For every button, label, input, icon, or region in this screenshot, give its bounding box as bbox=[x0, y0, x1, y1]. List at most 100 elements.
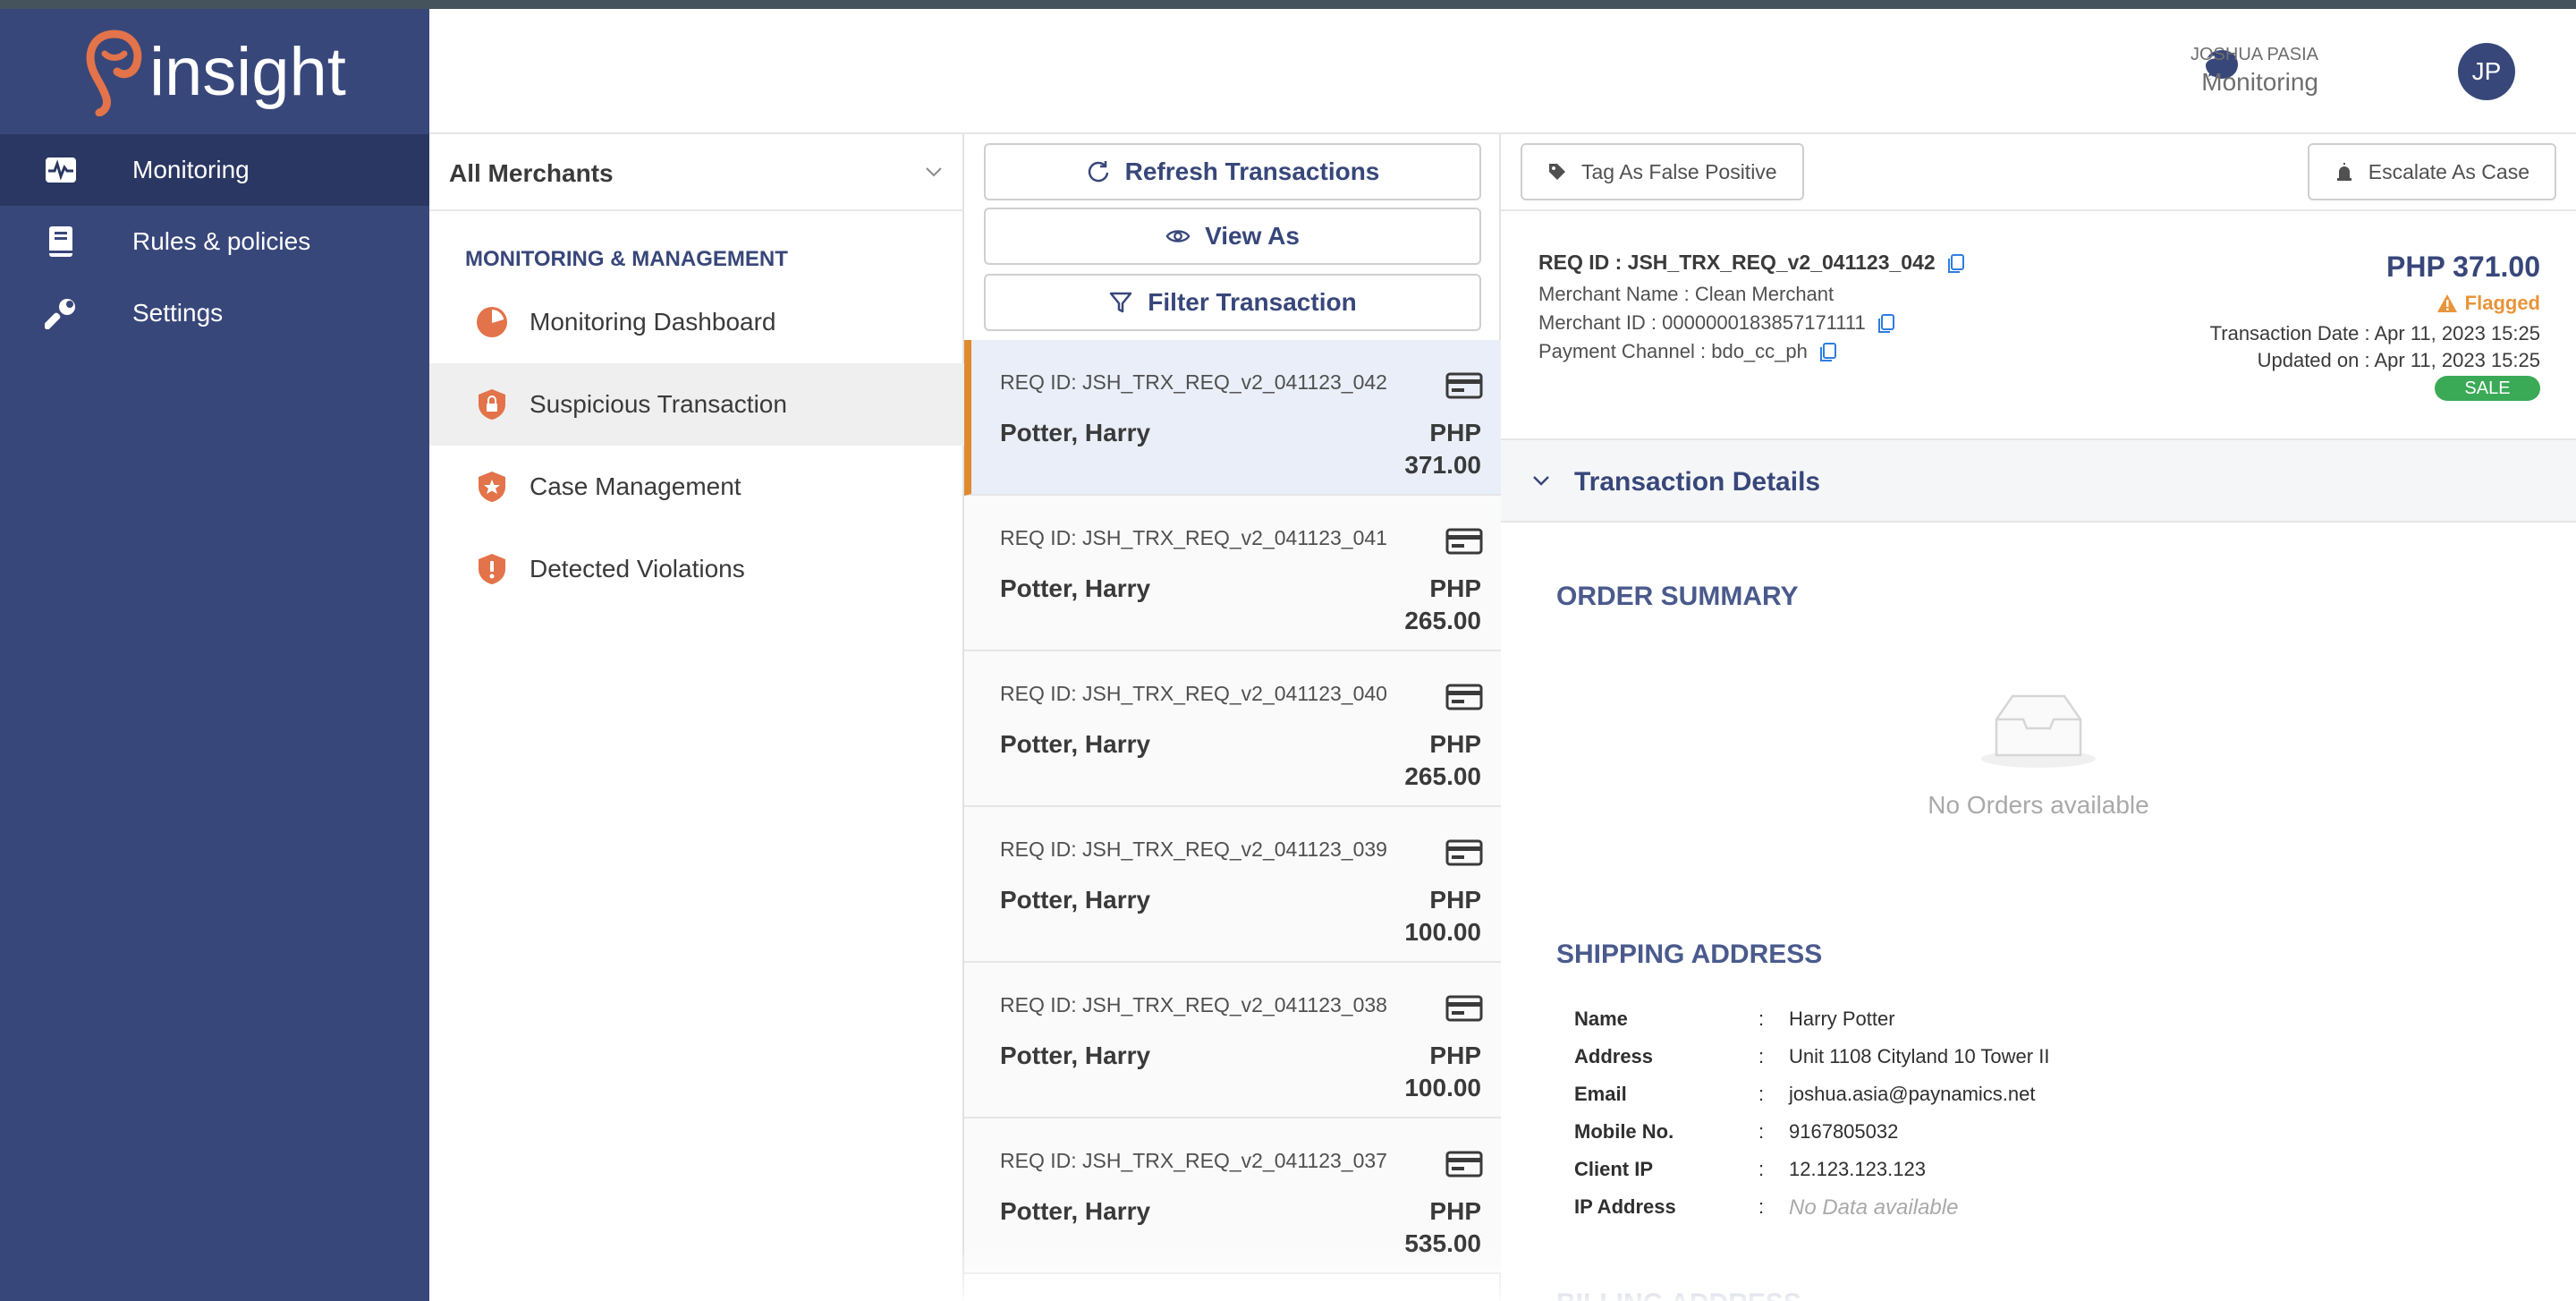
transaction-type-badge: SALE bbox=[2435, 376, 2540, 401]
brand-logo[interactable]: insight bbox=[0, 9, 429, 134]
shipping-row-address: Address: Unit 1108 Cityland 10 Tower II bbox=[1574, 1045, 2558, 1076]
pie-chart-icon bbox=[477, 307, 507, 337]
merchant-select[interactable]: All Merchants bbox=[429, 134, 964, 211]
shipping-key: Name bbox=[1574, 1008, 1628, 1030]
submenu-item-monitoring-dashboard[interactable]: Monitoring Dashboard bbox=[429, 281, 964, 363]
transaction-amount: 265.00 bbox=[1404, 762, 1481, 790]
shipping-row-mobile: Mobile No.: 9167805032 bbox=[1574, 1120, 2558, 1151]
refresh-transactions-label: Refresh Transactions bbox=[1124, 157, 1380, 185]
shipping-value: Harry Potter bbox=[1789, 1008, 1895, 1030]
transaction-req-id: REQ ID: JSH_TRX_REQ_v2_041123_038 bbox=[1000, 993, 1387, 1016]
insight-logo-mark-icon bbox=[86, 30, 142, 116]
transaction-customer: Potter, Harry bbox=[1000, 419, 1151, 446]
copy-icon[interactable] bbox=[1948, 253, 1965, 274]
shipping-row-email: Email: joshua.asia@paynamics.net bbox=[1574, 1083, 2558, 1113]
empty-inbox-icon bbox=[1981, 694, 2096, 768]
warning-icon bbox=[2436, 294, 2457, 312]
submenu-item-suspicious-transaction[interactable]: Suspicious Transaction bbox=[429, 363, 964, 446]
transaction-card[interactable]: REQ ID: JSH_TRX_REQ_v2_041123_042 Potter… bbox=[964, 340, 1501, 496]
transaction-customer: Potter, Harry bbox=[1000, 1042, 1151, 1069]
transaction-details-toggle[interactable]: Transaction Details bbox=[1501, 440, 2576, 523]
shipping-key: Address bbox=[1574, 1045, 1654, 1067]
transaction-customer: Potter, Harry bbox=[1000, 886, 1151, 914]
view-as-button[interactable]: View As bbox=[984, 208, 1481, 265]
transaction-list: REQ ID: JSH_TRX_REQ_v2_041123_042 Potter… bbox=[964, 340, 1501, 1274]
sidebar-item-label: Rules & policies bbox=[132, 227, 311, 255]
transaction-req-id: REQ ID: JSH_TRX_REQ_v2_041123_042 bbox=[1000, 370, 1387, 394]
transaction-amount: 535.00 bbox=[1404, 1229, 1481, 1257]
transaction-req-id: REQ ID: JSH_TRX_REQ_v2_041123_039 bbox=[1000, 838, 1387, 861]
monitoring-submenu: All Merchants MONITORING & MANAGEMENT Mo… bbox=[429, 134, 964, 1301]
merchant-name: Merchant Name : Clean Merchant bbox=[1538, 283, 1835, 305]
detail-toolbar: Tag As False Positive Escalate As Case bbox=[1501, 134, 2576, 211]
shield-star-icon bbox=[479, 472, 505, 502]
transaction-customer: Potter, Harry bbox=[1000, 730, 1151, 758]
shipping-key: Email bbox=[1574, 1083, 1627, 1105]
tag-false-positive-button[interactable]: Tag As False Positive bbox=[1521, 143, 1804, 200]
transaction-currency: PHP bbox=[1429, 574, 1481, 602]
sidebar-item-settings[interactable]: Settings bbox=[0, 277, 429, 349]
transaction-amount: 100.00 bbox=[1404, 1074, 1481, 1101]
merchant-select-value: All Merchants bbox=[449, 159, 614, 187]
shipping-address-title: SHIPPING ADDRESS bbox=[1556, 940, 1823, 969]
window-top-strip bbox=[0, 0, 2576, 9]
sidebar-item-rules-policies[interactable]: Rules & policies bbox=[0, 206, 429, 277]
transaction-amount: 100.00 bbox=[1404, 918, 1481, 946]
filter-transaction-button[interactable]: Filter Transaction bbox=[984, 274, 1481, 331]
alarm-icon bbox=[2336, 163, 2351, 181]
transaction-currency: PHP bbox=[1429, 730, 1481, 758]
avatar[interactable]: JP bbox=[2458, 43, 2515, 100]
updated-on: Updated on : Apr 11, 2023 15:25 bbox=[2257, 349, 2540, 371]
user-name: JOSHUA PASIA bbox=[2190, 45, 2318, 64]
transaction-amount: 265.00 bbox=[1404, 607, 1481, 634]
copy-icon[interactable] bbox=[1820, 343, 1836, 362]
transaction-currency: PHP bbox=[1429, 1042, 1481, 1069]
shipping-value: 9167805032 bbox=[1789, 1120, 1899, 1143]
transaction-card[interactable]: REQ ID: JSH_TRX_REQ_v2_041123_039 Potter… bbox=[964, 807, 1501, 963]
shipping-key: Mobile No. bbox=[1574, 1120, 1674, 1143]
credit-card-icon bbox=[1445, 528, 1483, 555]
transaction-card[interactable]: REQ ID: JSH_TRX_REQ_v2_041123_037 Potter… bbox=[964, 1118, 1501, 1274]
refresh-icon bbox=[1086, 159, 1111, 184]
submenu-section-title: MONITORING & MANAGEMENT bbox=[465, 247, 788, 271]
sidebar-item-label: Monitoring bbox=[132, 156, 250, 183]
credit-card-icon bbox=[1445, 372, 1483, 399]
separator: : bbox=[1758, 1120, 1765, 1143]
order-summary-title: ORDER SUMMARY bbox=[1556, 582, 1799, 611]
sidebar-item-monitoring[interactable]: Monitoring bbox=[0, 134, 429, 206]
shipping-value: joshua.asia@paynamics.net bbox=[1789, 1083, 2036, 1105]
separator: : bbox=[1758, 1083, 1765, 1105]
shipping-row-name: Name: Harry Potter bbox=[1574, 1008, 2558, 1038]
merchant-id-row: Merchant ID : 0000000183857171111 bbox=[1538, 311, 1894, 335]
eye-icon bbox=[1165, 224, 1191, 249]
transaction-customer: Potter, Harry bbox=[1000, 574, 1151, 602]
copy-icon[interactable] bbox=[1877, 314, 1894, 334]
transaction-customer: Potter, Harry bbox=[1000, 1197, 1151, 1225]
tag-icon bbox=[1549, 164, 1565, 180]
transaction-currency: PHP bbox=[1429, 886, 1481, 914]
submenu-item-detected-violations[interactable]: Detected Violations bbox=[429, 528, 964, 610]
submenu-item-label: Detected Violations bbox=[530, 555, 745, 582]
filter-transaction-label: Filter Transaction bbox=[1148, 288, 1357, 316]
shipping-value: No Data available bbox=[1789, 1195, 1959, 1220]
submenu-item-case-management[interactable]: Case Management bbox=[429, 446, 964, 528]
credit-card-icon bbox=[1445, 1151, 1483, 1178]
transaction-card[interactable]: REQ ID: JSH_TRX_REQ_v2_041123_040 Potter… bbox=[964, 651, 1501, 807]
transaction-card[interactable]: REQ ID: JSH_TRX_REQ_v2_041123_041 Potter… bbox=[964, 496, 1501, 651]
transaction-card[interactable]: REQ ID: JSH_TRX_REQ_v2_041123_038 Potter… bbox=[964, 963, 1501, 1118]
transaction-req-id: REQ ID: JSH_TRX_REQ_v2_041123_037 bbox=[1000, 1149, 1387, 1172]
transaction-currency: PHP bbox=[1429, 419, 1481, 446]
transaction-amount-total: PHP 371.00 bbox=[2386, 251, 2540, 283]
payment-channel-row: Payment Channel : bdo_cc_ph bbox=[1538, 340, 1836, 363]
escalate-as-case-button[interactable]: Escalate As Case bbox=[2307, 143, 2556, 200]
refresh-transactions-button[interactable]: Refresh Transactions bbox=[984, 143, 1481, 200]
merchant-id: Merchant ID : 0000000183857171111 bbox=[1538, 311, 1866, 334]
payment-channel: Payment Channel : bdo_cc_ph bbox=[1538, 340, 1808, 362]
transaction-amount: 371.00 bbox=[1404, 451, 1481, 479]
user-role: Monitoring bbox=[2201, 68, 2318, 96]
shipping-key: IP Address bbox=[1574, 1195, 1676, 1218]
brand-name: insight bbox=[149, 33, 346, 110]
sidebar-item-label: Settings bbox=[132, 299, 224, 327]
shipping-value: Unit 1108 Cityland 10 Tower II bbox=[1789, 1045, 2050, 1067]
separator: : bbox=[1758, 1158, 1765, 1180]
